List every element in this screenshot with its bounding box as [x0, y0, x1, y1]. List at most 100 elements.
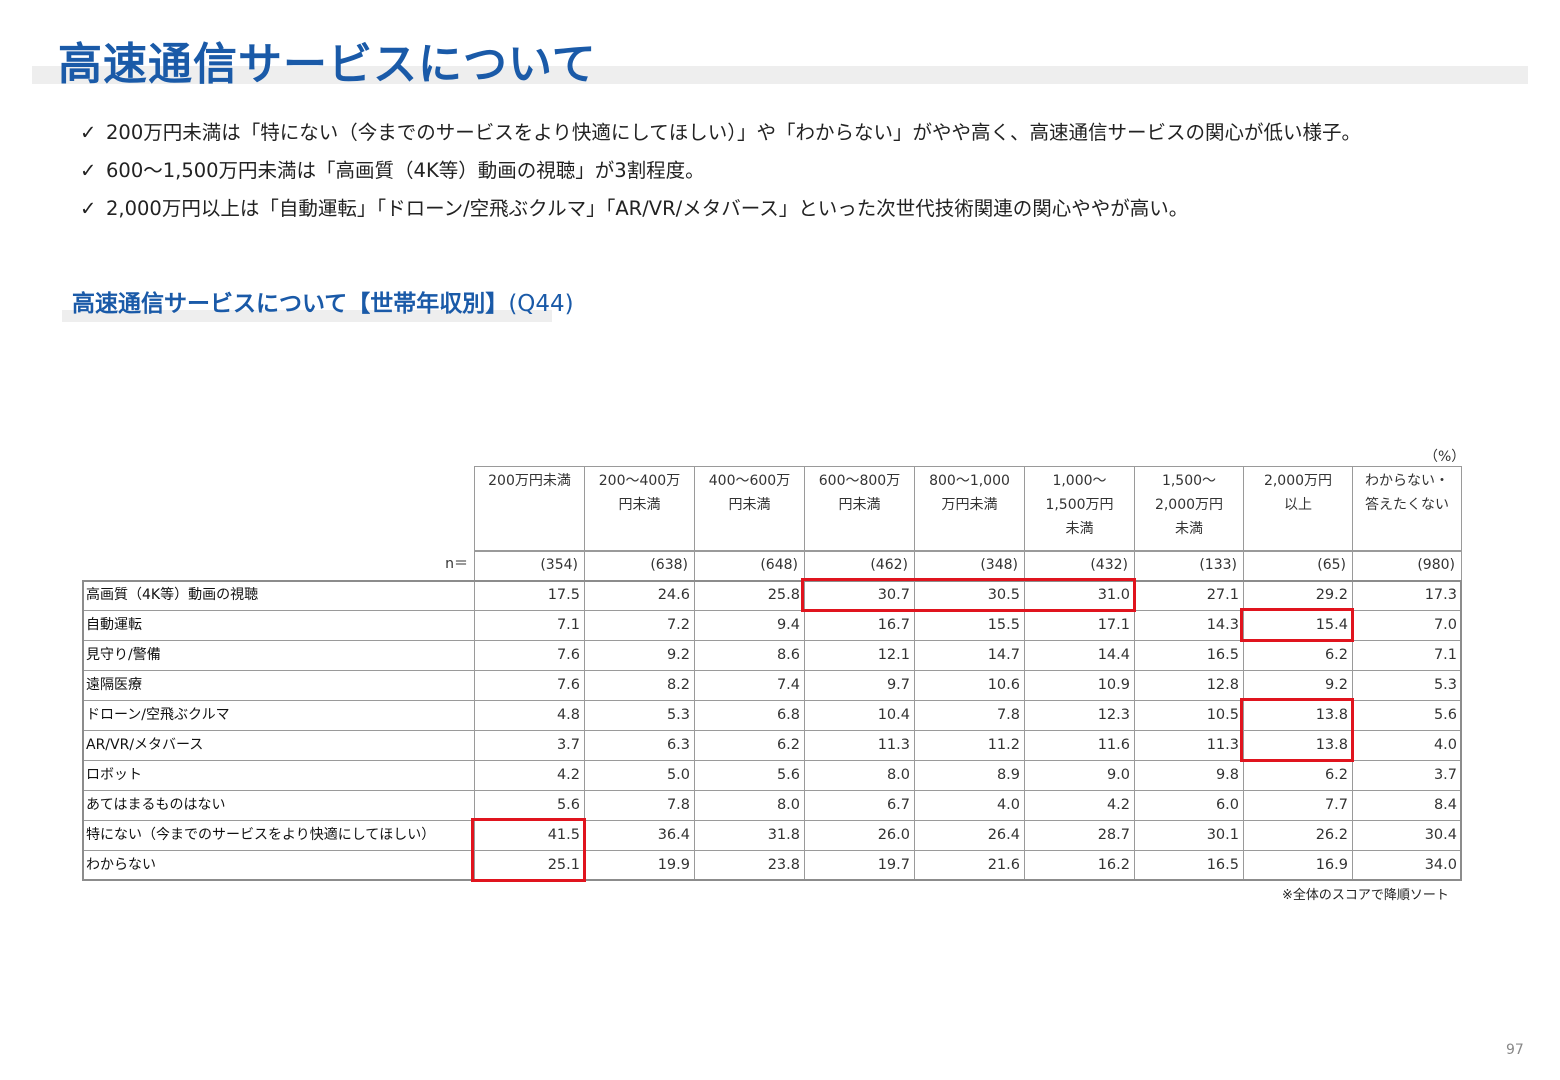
column-header-line: 1,500～: [1161, 473, 1217, 489]
table-cell: 41.5: [474, 820, 585, 851]
table-cell: 8.6: [694, 640, 805, 671]
column-header-line: 以上: [1284, 497, 1312, 513]
bullet-item: ✓ 600～1,500万円未満は「高画質（4K等）動画の視聴」が3割程度。: [80, 154, 1361, 192]
table-cell: 10.5: [1134, 700, 1244, 731]
table-cell: 8.0: [694, 790, 805, 821]
table-cell: 4.8: [474, 700, 585, 731]
table-cell: 3.7: [474, 730, 585, 761]
summary-bullets: ✓ 200万円未満は「特にない（今までのサービスをより快適にしてほしい）」や「わか…: [80, 116, 1361, 230]
n-label: n＝: [445, 556, 468, 572]
row-label: わからない: [82, 850, 475, 881]
table-cell: 9.2: [1243, 670, 1353, 701]
table-cell: 13.8: [1243, 700, 1353, 731]
table-cell: 8.2: [584, 670, 695, 701]
page-number: 97: [1506, 1042, 1524, 1058]
row-label: 遠隔医療: [82, 670, 475, 701]
table-cell: 25.8: [694, 580, 805, 611]
table-cell: 3.7: [1352, 760, 1462, 791]
table-cell: 7.2: [584, 610, 695, 641]
table-cell: 17.5: [474, 580, 585, 611]
row-label: あてはまるものはない: [82, 790, 475, 821]
column-header: 1,000～ 1,500万円 未満: [1024, 466, 1135, 551]
table-cell: 6.8: [694, 700, 805, 731]
bullet-text: 2,000万円以上は「自動運転」「ドローン/空飛ぶクルマ」「AR/VR/メタバー…: [106, 197, 1189, 220]
sample-size-cell: (133): [1134, 551, 1244, 581]
table-cell: 14.4: [1024, 640, 1135, 671]
table-cell: 10.9: [1024, 670, 1135, 701]
table-cell: 4.2: [1024, 790, 1135, 821]
table-cell: 8.4: [1352, 790, 1462, 821]
table-cell: 11.2: [914, 730, 1025, 761]
sample-size-cell: (638): [584, 551, 695, 581]
table-cell: 7.1: [1352, 640, 1462, 671]
column-header: 200～400万 円未満: [584, 466, 695, 551]
row-label: 特にない（今までのサービスをより快適にしてほしい）: [82, 820, 475, 851]
table-cell: 16.5: [1134, 850, 1244, 881]
table-cell: 26.4: [914, 820, 1025, 851]
table-cell: 7.8: [914, 700, 1025, 731]
table-cell: 21.6: [914, 850, 1025, 881]
sample-size-cell: (980): [1352, 551, 1462, 581]
check-icon: ✓: [80, 159, 97, 182]
table-cell: 4.0: [1352, 730, 1462, 761]
table-cell: 25.1: [474, 850, 585, 881]
sample-size-cell: (432): [1024, 551, 1135, 581]
table-cell: 5.6: [694, 760, 805, 791]
column-header-line: 200万円未満: [488, 473, 571, 489]
table-cell: 16.5: [1134, 640, 1244, 671]
page-title: 高速通信サービスについて: [58, 39, 597, 90]
table-cell: 11.3: [1134, 730, 1244, 761]
table-cell: 6.7: [804, 790, 915, 821]
column-header-line: 2,000万円: [1263, 473, 1333, 489]
section-subtitle: 高速通信サービスについて【世帯年収別】(Q44): [72, 284, 574, 318]
table-cell: 7.6: [474, 640, 585, 671]
table-cell: 14.7: [914, 640, 1025, 671]
table-cell: 7.0: [1352, 610, 1462, 641]
column-header-line: 2,000万円: [1154, 497, 1224, 513]
table-cell: 16.7: [804, 610, 915, 641]
table-cell: 10.4: [804, 700, 915, 731]
table-cell: 17.3: [1352, 580, 1462, 611]
column-header: 200万円未満: [474, 466, 585, 551]
table-cell: 16.2: [1024, 850, 1135, 881]
table-cell: 9.4: [694, 610, 805, 641]
sort-note: ※全体のスコアで降順ソート: [1282, 888, 1449, 903]
table-cell: 19.9: [584, 850, 695, 881]
table-cell: 12.3: [1024, 700, 1135, 731]
check-icon: ✓: [80, 197, 97, 220]
table-cell: 10.6: [914, 670, 1025, 701]
bullet-item: ✓ 200万円未満は「特にない（今までのサービスをより快適にしてほしい）」や「わか…: [80, 116, 1361, 154]
subtitle-text: 高速通信サービスについて【世帯年収別】: [72, 291, 509, 317]
table-cell: 11.6: [1024, 730, 1135, 761]
column-header-line: 円未満: [618, 497, 661, 513]
column-header-line: 万円未満: [941, 497, 998, 513]
column-header-line: わからない・: [1365, 473, 1449, 489]
table-cell: 30.5: [914, 580, 1025, 611]
table-cell: 28.7: [1024, 820, 1135, 851]
table-cell: 12.8: [1134, 670, 1244, 701]
table-cell: 14.3: [1134, 610, 1244, 641]
table-cell: 23.8: [694, 850, 805, 881]
column-header: わからない・ 答えたくない: [1352, 466, 1462, 551]
bullet-text: 600～1,500万円未満は「高画質（4K等）動画の視聴」が3割程度。: [106, 159, 705, 182]
row-label: ロボット: [82, 760, 475, 791]
table-cell: 6.2: [694, 730, 805, 761]
sample-size-cell: (348): [914, 551, 1025, 581]
table-cell: 6.2: [1243, 640, 1353, 671]
table-cell: 9.0: [1024, 760, 1135, 791]
table-cell: 31.8: [694, 820, 805, 851]
table-cell: 16.9: [1243, 850, 1353, 881]
table-cell: 4.0: [914, 790, 1025, 821]
table-cell: 9.8: [1134, 760, 1244, 791]
row-label: AR/VR/メタバース: [82, 730, 475, 761]
sample-size-cell: (354): [474, 551, 585, 581]
table-cell: 5.6: [474, 790, 585, 821]
column-header-line: 1,500万円: [1045, 497, 1114, 513]
table-cell: 27.1: [1134, 580, 1244, 611]
column-header-line: 未満: [1175, 521, 1203, 537]
table-cell: 30.4: [1352, 820, 1462, 851]
table-cell: 5.3: [1352, 670, 1462, 701]
column-header-line: 400～600万: [708, 473, 791, 489]
table-cell: 17.1: [1024, 610, 1135, 641]
table-cell: 4.2: [474, 760, 585, 791]
